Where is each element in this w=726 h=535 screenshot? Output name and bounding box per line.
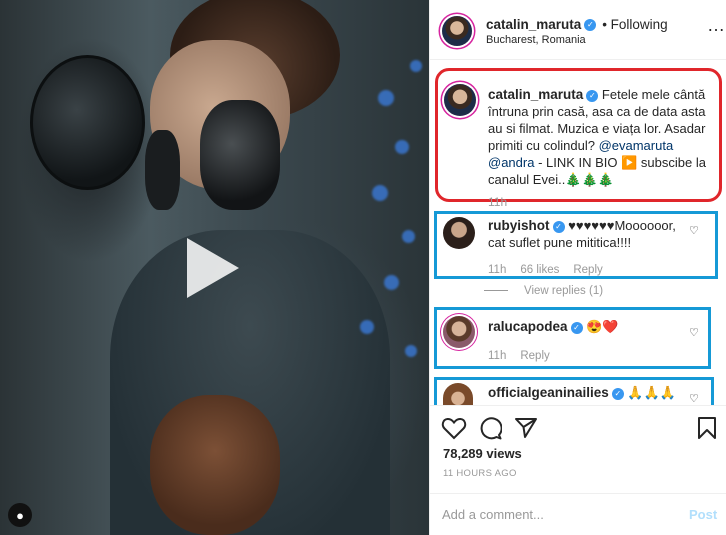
like-comment-icon[interactable]: ♡ xyxy=(689,326,699,339)
more-options-icon[interactable]: … xyxy=(707,15,725,36)
follow-status[interactable]: • Following xyxy=(602,17,668,32)
bokeh-light xyxy=(378,90,394,106)
caption-text: catalin_maruta ✓ Fetele mele cântă întrun… xyxy=(488,86,708,188)
mention-link[interactable]: @andra xyxy=(488,155,534,170)
header-username[interactable]: catalin_maruta xyxy=(486,17,581,32)
comment-body: 🙏🙏🙏 xyxy=(627,385,676,400)
avatar[interactable] xyxy=(443,217,475,249)
play-icon[interactable] xyxy=(187,238,239,298)
video-headphone-left xyxy=(145,130,180,210)
like-comment-icon[interactable]: ♡ xyxy=(689,224,699,237)
verified-icon: ✓ xyxy=(552,220,565,233)
location-link[interactable]: Bucharest, Romania xyxy=(486,34,586,46)
share-icon[interactable] xyxy=(514,416,538,440)
avatar[interactable] xyxy=(442,16,472,46)
video-scarf xyxy=(150,395,280,535)
views-count[interactable]: 78,289 views xyxy=(443,446,522,461)
add-comment-input[interactable]: Add a comment... xyxy=(442,507,544,522)
bokeh-light xyxy=(402,230,415,243)
comment-icon[interactable] xyxy=(478,416,502,440)
comment-text: ralucapodea ✓ 😍❤️ xyxy=(488,318,688,335)
caption-avatar[interactable] xyxy=(444,84,476,116)
view-replies-button[interactable]: View replies (1) xyxy=(524,285,603,297)
comment-likes[interactable]: 66 likes xyxy=(520,264,559,276)
header-user-line: catalin_maruta ✓ • Following xyxy=(486,16,668,32)
like-comment-icon[interactable]: ♡ xyxy=(689,392,699,405)
avatar[interactable] xyxy=(443,316,475,348)
comment-meta: 11h Reply xyxy=(488,350,564,362)
verified-icon: ✓ xyxy=(611,387,624,400)
comment-time: 11h xyxy=(488,350,507,362)
post-timestamp[interactable]: 11 HOURS AGO xyxy=(443,468,517,479)
comment-username[interactable]: rubyishot xyxy=(488,218,550,233)
caption-username[interactable]: catalin_maruta xyxy=(488,87,583,102)
video-headphone-right xyxy=(200,100,280,210)
caption-time: 11h xyxy=(488,195,508,209)
verified-icon: ✓ xyxy=(586,89,599,102)
comment-username[interactable]: ralucapodea xyxy=(488,319,568,334)
bokeh-light xyxy=(384,275,399,290)
avatar[interactable] xyxy=(443,383,473,405)
bokeh-light xyxy=(360,320,374,334)
comment-highlight-box xyxy=(434,307,711,369)
bookmark-icon[interactable] xyxy=(697,416,717,440)
heart-icon[interactable] xyxy=(441,416,467,440)
comment-text: officialgeaninailies ✓ 🙏🙏🙏 xyxy=(488,384,698,401)
comment-username[interactable]: officialgeaninailies xyxy=(488,385,609,400)
bokeh-light xyxy=(372,185,388,201)
reply-button[interactable]: Reply xyxy=(573,264,602,276)
comment-time: 11h xyxy=(488,264,507,276)
reply-button[interactable]: Reply xyxy=(520,350,549,362)
verified-icon: ✓ xyxy=(584,19,597,32)
video-microphone xyxy=(30,55,145,190)
video-player[interactable]: ● xyxy=(0,0,429,535)
post-button[interactable]: Post xyxy=(689,507,717,522)
bokeh-light xyxy=(395,140,409,154)
user-tag-icon[interactable]: ● xyxy=(8,503,32,527)
comment-body: 😍❤️ xyxy=(586,319,619,334)
post-header: catalin_maruta ✓ • Following Bucharest, R… xyxy=(430,0,726,60)
bokeh-light xyxy=(405,345,417,357)
comment-meta: 11h 66 likes Reply xyxy=(488,264,617,276)
mention-link[interactable]: @evamaruta xyxy=(599,138,674,153)
verified-icon: ✓ xyxy=(570,321,583,334)
bokeh-light xyxy=(410,60,422,72)
comment-text: rubyishot ✓ ♥♥♥♥♥♥Moooooor, cat suflet pu… xyxy=(488,217,688,251)
